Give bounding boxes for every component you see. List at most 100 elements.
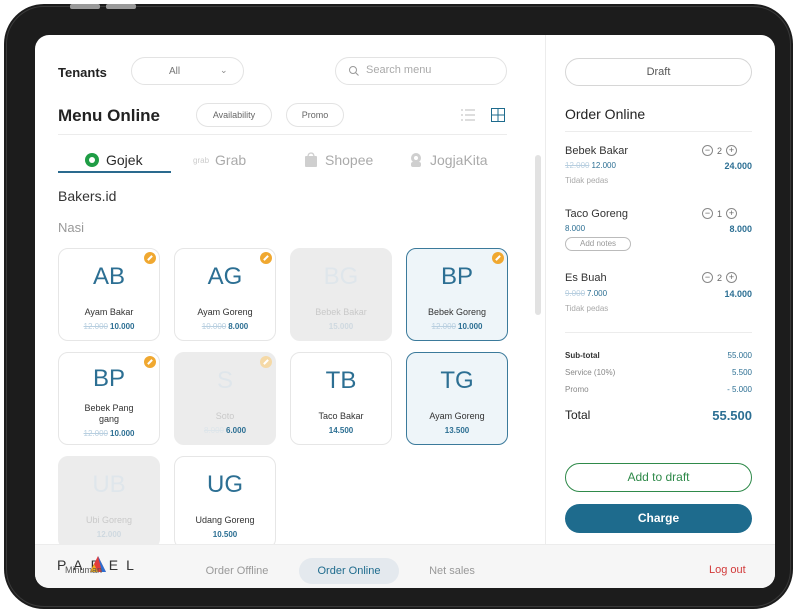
menu-scrollbar[interactable] xyxy=(535,155,541,315)
app-screen: Tenants All ⌄ Menu Online Availability P… xyxy=(35,35,775,588)
menu-item-initials: BP xyxy=(92,365,125,392)
order-item-total: 8.000 xyxy=(729,224,752,234)
list-view-icon[interactable] xyxy=(461,109,475,121)
menu-item-price: 12.000 xyxy=(59,530,159,539)
menu-item-initials: BG xyxy=(323,263,359,290)
menu-item-price: 10.000 8.000 xyxy=(175,322,275,331)
menu-item-card[interactable]: BG Bebek Bakar 15.000 xyxy=(290,248,392,341)
order-item-note: Tidak pedas xyxy=(565,176,609,185)
nav-order-offline[interactable]: Order Offline xyxy=(192,558,282,584)
order-item-name: Taco Goreng xyxy=(565,208,628,220)
logo-subtitle: Minuman xyxy=(65,565,103,575)
menu-item-card[interactable]: TG Ayam Goreng 13.500 xyxy=(406,352,508,445)
menu-item-name: Bebek Bakar xyxy=(315,307,367,317)
menu-item-initials: TB xyxy=(325,367,357,394)
plus-icon[interactable]: + xyxy=(726,208,738,219)
tab-shopee[interactable]: Shopee xyxy=(303,148,373,172)
menu-item-new-price: 10.500 xyxy=(212,530,238,539)
menu-item-new-price: 10.000 xyxy=(110,322,135,331)
menu-item-card[interactable]: BP Bebek Pang gang 12.000 10.000 xyxy=(58,352,160,445)
order-item-price: 9.000 7.000 xyxy=(565,289,607,298)
menu-item-old-price: 10.000 xyxy=(201,322,227,331)
menu-item-initials: S xyxy=(216,367,233,394)
logout-button[interactable]: Log out xyxy=(709,564,746,576)
menu-item-initials: TG xyxy=(440,367,474,394)
order-item-price: 8.000 xyxy=(565,224,585,233)
menu-item-old-price: 12.000 xyxy=(83,322,108,331)
order-item-new-price: 7.000 xyxy=(587,289,608,298)
menu-item-old-price: 12.000 xyxy=(83,429,108,438)
tenant-select[interactable]: All ⌄ xyxy=(131,57,244,85)
menu-item-card[interactable]: BP Bebek Goreng 12.000 10.000 xyxy=(406,248,508,341)
menu-panel: Tenants All ⌄ Menu Online Availability P… xyxy=(35,35,545,549)
divider xyxy=(565,332,752,333)
tab-gojek-label: Gojek xyxy=(106,152,143,168)
order-title: Order Online xyxy=(565,106,646,122)
page-title: Menu Online xyxy=(58,106,160,125)
menu-item-name: Soto xyxy=(215,411,235,421)
subtotal-value: 55.000 xyxy=(727,351,752,360)
promo-filter-button[interactable]: Promo xyxy=(286,103,344,127)
order-item-new-price: 8.000 xyxy=(565,224,586,233)
order-item-name: Bebek Bakar xyxy=(565,145,628,157)
service-value: 5.500 xyxy=(731,368,752,377)
menu-item-card[interactable]: UB Ubi Goreng 12.000 xyxy=(58,456,160,549)
tab-grab[interactable]: grab Grab xyxy=(193,148,246,172)
menu-item-new-price: 15.000 xyxy=(328,322,354,331)
tab-jogjakita[interactable]: JogjaKita xyxy=(408,148,488,172)
order-item-price: 12.000 12.000 xyxy=(565,161,616,170)
order-panel: Draft Order Online Bebek Bakar 12.000 12.… xyxy=(545,35,775,544)
order-item-name: Es Buah xyxy=(565,272,607,284)
jogjakita-icon xyxy=(411,153,421,167)
tab-shopee-label: Shopee xyxy=(325,152,374,168)
gojek-icon xyxy=(85,153,99,167)
bottom-nav: PAREL Minuman Order Offline Order Online… xyxy=(35,544,775,588)
menu-item-new-price: 12.000 xyxy=(96,530,122,539)
total-label: Total xyxy=(565,408,591,422)
menu-item-price: 14.500 xyxy=(291,426,391,435)
quantity-value: 1 xyxy=(717,208,723,219)
search-box[interactable] xyxy=(335,57,507,85)
plus-icon[interactable]: + xyxy=(726,145,738,156)
search-input[interactable] xyxy=(366,64,496,76)
hardware-button xyxy=(106,4,136,9)
availability-filter-button[interactable]: Availability xyxy=(196,103,272,127)
add-notes-button[interactable]: Add notes xyxy=(565,237,631,251)
menu-item-card[interactable]: AG Ayam Goreng 10.000 8.000 xyxy=(174,248,276,341)
draft-button[interactable]: Draft xyxy=(565,58,752,86)
menu-item-name: Udang Goreng xyxy=(195,515,255,525)
minus-icon[interactable]: − xyxy=(702,145,713,156)
tenants-label: Tenants xyxy=(58,65,107,80)
minus-icon[interactable]: − xyxy=(702,208,713,219)
minus-icon[interactable]: − xyxy=(702,272,713,283)
menu-item-initials: AB xyxy=(92,263,125,290)
menu-item-new-price: 8.000 xyxy=(228,322,249,331)
menu-item-card[interactable]: S Soto 8.000 6.000 xyxy=(174,352,276,445)
chevron-down-icon: ⌄ xyxy=(220,65,228,75)
menu-item-initials: BP xyxy=(440,263,473,290)
quantity-stepper: − 1 + xyxy=(702,208,738,219)
promo-label: Promo xyxy=(565,385,589,394)
menu-item-name: Ayam Goreng xyxy=(197,307,253,317)
search-icon xyxy=(349,66,359,76)
add-to-draft-button[interactable]: Add to draft xyxy=(565,463,752,492)
order-item-total: 14.000 xyxy=(724,289,752,299)
grid-view-icon[interactable] xyxy=(491,108,505,122)
menu-item-old-price: 8.000 xyxy=(203,426,224,435)
menu-item-price: 15.000 xyxy=(291,322,391,331)
plus-icon[interactable]: + xyxy=(726,272,738,283)
nav-net-sales[interactable]: Net sales xyxy=(415,558,489,584)
nav-order-online[interactable]: Order Online xyxy=(299,558,399,584)
active-tab-indicator xyxy=(58,171,171,173)
menu-item-price: 12.000 10.000 xyxy=(59,429,159,438)
tab-gojek[interactable]: Gojek xyxy=(84,148,143,172)
charge-button[interactable]: Charge xyxy=(565,504,752,533)
menu-item-name: Bebek Goreng xyxy=(427,307,487,317)
menu-item-card[interactable]: UG Udang Goreng 10.500 xyxy=(174,456,276,549)
order-item-total: 24.000 xyxy=(724,161,752,171)
menu-item-card[interactable]: AB Ayam Bakar 12.000 10.000 xyxy=(58,248,160,341)
subtotal-label: Sub-total xyxy=(565,351,600,360)
menu-item-price: 10.500 xyxy=(175,530,275,539)
menu-item-card[interactable]: TB Taco Bakar 14.500 xyxy=(290,352,392,445)
order-item-old-price: 12.000 xyxy=(565,161,590,170)
